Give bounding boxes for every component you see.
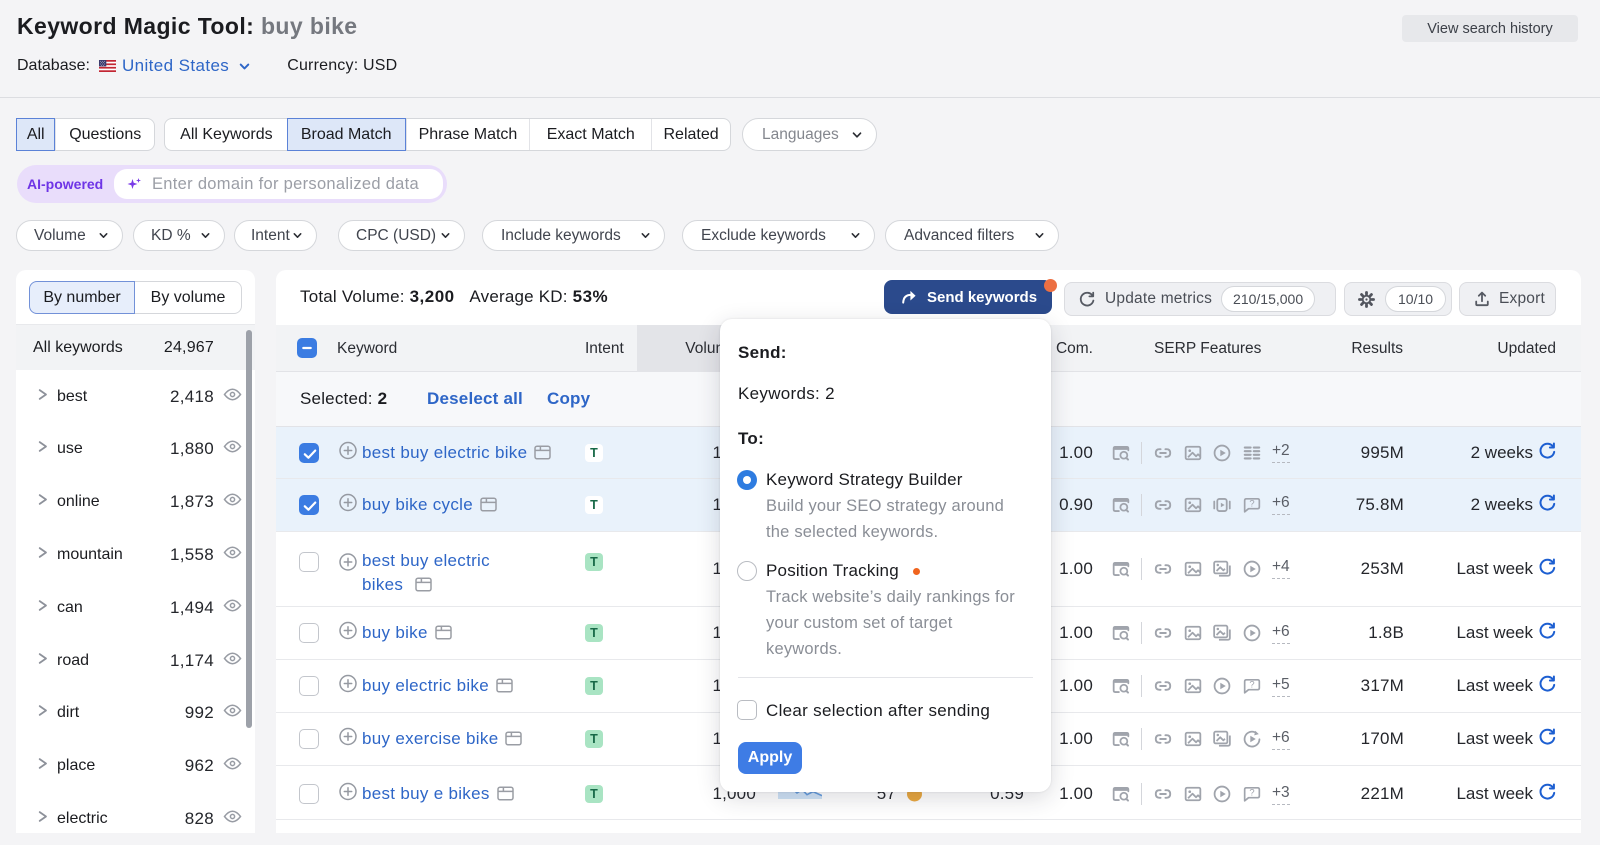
svg-text:?: ? (1249, 678, 1254, 689)
svg-text:?: ? (1249, 497, 1254, 508)
svg-text:?: ? (1249, 786, 1254, 797)
